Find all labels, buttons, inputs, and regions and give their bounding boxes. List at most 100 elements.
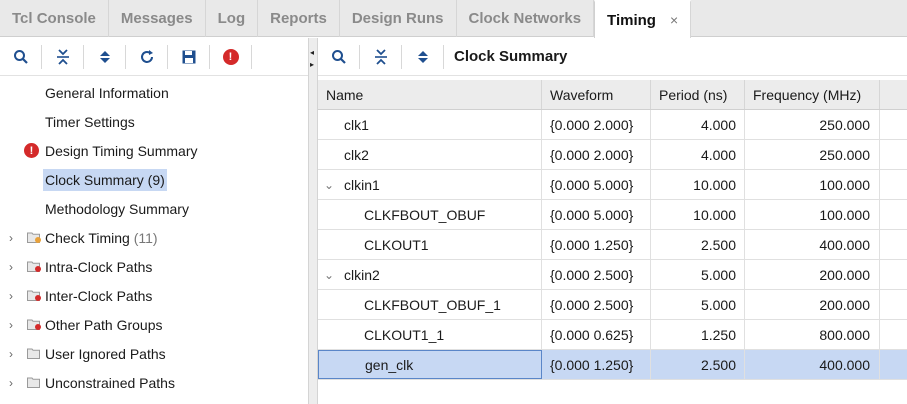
chevron-right-icon[interactable]: ›	[9, 318, 19, 332]
tree-item-label: Other Path Groups	[45, 317, 163, 333]
tree-item-label: General Information	[45, 85, 169, 101]
close-icon[interactable]: ×	[670, 12, 678, 28]
show-errors-button[interactable]: !	[216, 42, 245, 72]
chevron-right-icon[interactable]: ›	[9, 376, 19, 390]
search-button[interactable]	[324, 42, 353, 72]
tree-item-text: Intra-Clock Paths	[45, 258, 153, 275]
tab-timing[interactable]: Timing ×	[594, 0, 692, 38]
tab-clock-networks[interactable]: Clock Networks	[457, 0, 595, 37]
tab-label: Design Runs	[351, 10, 444, 27]
table-row[interactable]: gen_clk {0.000 1.250} 2.500 400.000	[318, 350, 907, 380]
refresh-button[interactable]	[132, 42, 161, 72]
cell-frequency: 200.000	[745, 260, 880, 289]
cell-waveform: {0.000 1.250}	[542, 230, 651, 259]
panel-splitter[interactable]	[308, 38, 318, 404]
folder-error-icon	[27, 261, 41, 272]
tree-item-unconstrained-paths[interactable]: › Unconstrained Paths	[0, 368, 308, 397]
tree-item-intra-clock-paths[interactable]: › Intra-Clock Paths	[0, 252, 308, 281]
chevron-right-icon[interactable]: ›	[9, 231, 19, 245]
tab-label: Reports	[270, 10, 327, 27]
clock-name: CLKFBOUT_OBUF_1	[364, 296, 501, 313]
save-button[interactable]	[174, 42, 203, 72]
tree-item-other-path-groups[interactable]: › Other Path Groups	[0, 310, 308, 339]
tree-item-inter-clock-paths[interactable]: › Inter-Clock Paths	[0, 281, 308, 310]
table-row[interactable]: CLKFBOUT_OBUF_1 {0.000 2.500} 5.000 200.000	[318, 290, 907, 320]
folder-icon	[27, 348, 40, 359]
chevron-down-icon[interactable]: ⌄	[324, 178, 344, 192]
collapse-all-button[interactable]	[366, 42, 395, 72]
tree-item-design-timing-summary[interactable]: ! Design Timing Summary	[0, 136, 308, 165]
cell-waveform: {0.000 0.625}	[542, 320, 651, 349]
tree-item-label: User Ignored Paths	[45, 346, 166, 362]
cell-period: 4.000	[651, 110, 745, 139]
expand-all-icon	[417, 50, 428, 63]
tree-item-text: Check Timing	[45, 229, 130, 246]
cell-waveform: {0.000 2.000}	[542, 140, 651, 169]
tree-item-text: Timer Settings	[45, 113, 135, 130]
cell-period: 4.000	[651, 140, 745, 169]
tab-messages[interactable]: Messages	[109, 0, 206, 37]
tab-log[interactable]: Log	[206, 0, 259, 37]
table-row[interactable]: CLKOUT1 {0.000 1.250} 2.500 400.000	[318, 230, 907, 260]
tab-design-runs[interactable]: Design Runs	[340, 0, 457, 37]
cell-name: CLKOUT1_1	[318, 320, 542, 349]
cell-period: 2.500	[651, 230, 745, 259]
tree-item-text: Design Timing Summary	[45, 142, 198, 159]
cell-frequency: 250.000	[745, 110, 880, 139]
toolbar-separator	[251, 44, 252, 69]
tree-item-label: Methodology Summary	[45, 201, 189, 217]
tree-toolbar: !	[0, 38, 308, 76]
tree-item-text: Other Path Groups	[45, 316, 163, 333]
table-row[interactable]: CLKFBOUT_OBUF {0.000 5.000} 10.000 100.000	[318, 200, 907, 230]
tab-tcl-console[interactable]: Tcl Console	[0, 0, 109, 37]
search-icon	[331, 49, 346, 64]
tree-item-check-timing[interactable]: › Check Timing (11)	[0, 223, 308, 252]
clock-name: clk1	[344, 116, 369, 133]
cell-period: 5.000	[651, 290, 745, 319]
cell-waveform: {0.000 5.000}	[542, 170, 651, 199]
chevron-down-icon[interactable]: ⌄	[324, 268, 344, 282]
column-header-period[interactable]: Period (ns)	[651, 80, 745, 109]
cell-name: CLKFBOUT_OBUF	[318, 200, 542, 229]
column-header-name[interactable]: Name	[318, 80, 542, 109]
clock-name: CLKOUT1_1	[364, 326, 445, 343]
toolbar-separator	[41, 44, 42, 69]
chevron-right-icon[interactable]: ›	[9, 289, 19, 303]
table-row[interactable]: clk2 {0.000 2.000} 4.000 250.000	[318, 140, 907, 170]
splitter-arrows-icon[interactable]: ◂ ▸	[310, 47, 318, 71]
tree-item-methodology-summary[interactable]: Methodology Summary	[0, 194, 308, 223]
cell-name: clk1	[318, 110, 542, 139]
cell-frequency: 100.000	[745, 170, 880, 199]
table-body: clk1 {0.000 2.000} 4.000 250.000 clk2 {0.000 …	[318, 110, 907, 380]
cell-name: CLKFBOUT_OBUF_1	[318, 290, 542, 319]
collapse-all-button[interactable]	[48, 42, 77, 72]
tree-item-label: Check Timing (11)	[45, 230, 158, 246]
tree-item-label: Intra-Clock Paths	[45, 259, 152, 275]
column-header-waveform[interactable]: Waveform	[542, 80, 651, 109]
collapse-all-icon	[56, 48, 69, 65]
tab-reports[interactable]: Reports	[258, 0, 340, 37]
expand-all-button[interactable]	[90, 42, 119, 72]
column-header-frequency[interactable]: Frequency (MHz)	[745, 80, 880, 109]
error-icon: !	[222, 48, 239, 65]
table-row[interactable]: ⌄ clkin1 {0.000 5.000} 10.000 100.000	[318, 170, 907, 200]
tree-item-user-ignored-paths[interactable]: › User Ignored Paths	[0, 339, 308, 368]
chevron-right-icon[interactable]: ›	[9, 260, 19, 274]
clock-name: clkin1	[344, 176, 380, 193]
tree-item-timer-settings[interactable]: Timer Settings	[0, 107, 308, 136]
tree-item-clock-summary-9[interactable]: Clock Summary (9)	[0, 165, 308, 194]
expand-all-icon	[99, 50, 110, 63]
table-row[interactable]: ⌄ clkin2 {0.000 2.500} 5.000 200.000	[318, 260, 907, 290]
expand-all-button[interactable]	[408, 42, 437, 72]
tree-item-text: Unconstrained Paths	[45, 374, 175, 391]
table-header: Name Waveform Period (ns) Frequency (MHz…	[318, 80, 907, 110]
tree-item-text: Inter-Clock Paths	[45, 287, 153, 304]
tree-item-text: User Ignored Paths	[45, 345, 166, 362]
tab-bar: Tcl Console Messages Log Reports Design Runs…	[0, 0, 907, 38]
table-row[interactable]: clk1 {0.000 2.000} 4.000 250.000	[318, 110, 907, 140]
chevron-right-icon[interactable]: ›	[9, 347, 19, 361]
table-row[interactable]: CLKOUT1_1 {0.000 0.625} 1.250 800.000	[318, 320, 907, 350]
tree-item-text: Methodology Summary	[45, 200, 189, 217]
search-button[interactable]	[6, 42, 35, 72]
tree-item-general-information[interactable]: General Information	[0, 78, 308, 107]
